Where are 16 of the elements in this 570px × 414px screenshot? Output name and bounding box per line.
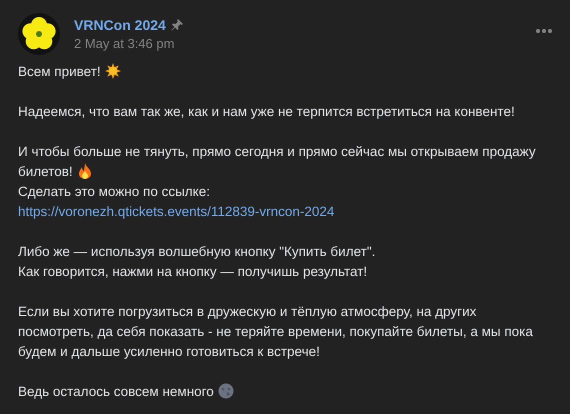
- fire-icon: [76, 163, 93, 179]
- moon-face-icon: [218, 383, 234, 399]
- post-text: Надеемся, что вам так же, как и нам уже не терпится встретиться на конвенте!: [18, 103, 516, 121]
- post-text: Сделать это можно по ссылке:: [18, 183, 211, 201]
- post-text: Если вы хотите погрузиться в дружескую и тёплую атмосферу, на других посмотреть, да себя показать - не теряйте времени, покупайте билеты, а мы пока будем и дальше усиленно готовиться к встрече!: [18, 303, 534, 361]
- post-text: Как говорится, нажми на кнопку — получишь результат!: [18, 263, 368, 281]
- author-name[interactable]: VRNCon 2024: [74, 15, 166, 35]
- post-text: И чтобы больше не тянуть, прямо сегодня и прямо сейчас мы открываем продажу билетов!: [18, 143, 537, 181]
- ticket-link[interactable]: https://voronezh.qtickets.events/112839-vrncon-2024: [18, 202, 334, 222]
- flower-avatar[interactable]: [18, 13, 60, 55]
- post-text: Либо же — используя волшебную кнопку "Купить билет".: [18, 243, 376, 261]
- sun-icon: [104, 63, 121, 79]
- post-text: Всем привет!: [18, 62, 552, 82]
- post-text: Ведь осталось совсем немного: [18, 382, 552, 402]
- post-date: 2 May at 3:46 pm: [74, 35, 176, 53]
- more-options-button[interactable]: [534, 27, 554, 35]
